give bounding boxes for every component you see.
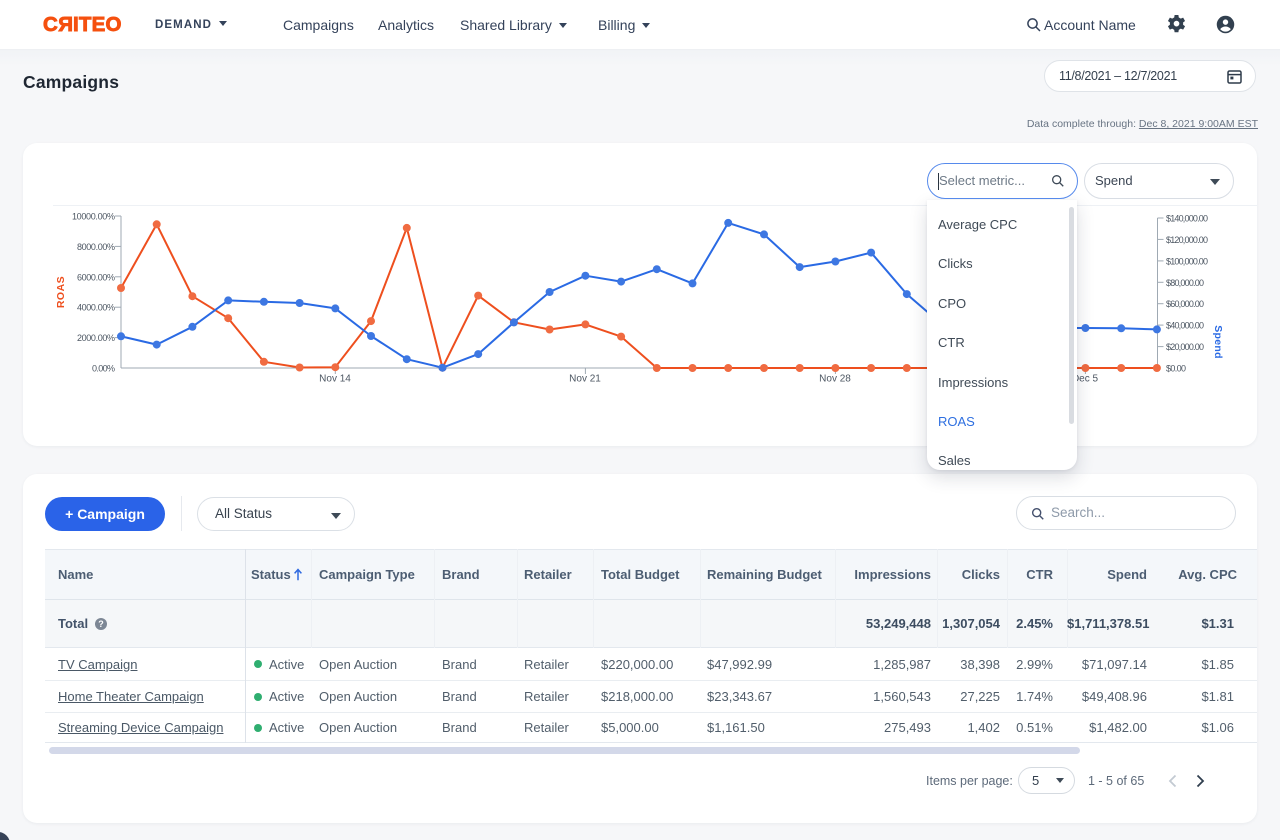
svg-text:0.00%: 0.00% (92, 364, 115, 374)
svg-text:$40,000.00: $40,000.00 (1166, 321, 1204, 331)
svg-text:10000.00%: 10000.00% (72, 212, 115, 222)
svg-text:$60,000.00: $60,000.00 (1166, 299, 1204, 309)
svg-text:Spend: Spend (1212, 325, 1224, 359)
svg-text:$80,000.00: $80,000.00 (1166, 278, 1204, 288)
svg-text:$0.00: $0.00 (1166, 364, 1186, 374)
svg-text:$140,000.00: $140,000.00 (1166, 214, 1208, 224)
svg-text:4000.00%: 4000.00% (77, 303, 115, 313)
svg-text:$20,000.00: $20,000.00 (1166, 342, 1204, 352)
svg-text:ROAS: ROAS (55, 276, 67, 308)
svg-text:Nov 14: Nov 14 (319, 374, 351, 385)
svg-text:2000.00%: 2000.00% (77, 333, 115, 343)
svg-text:Nov 21: Nov 21 (569, 374, 601, 385)
svg-text:6000.00%: 6000.00% (77, 272, 115, 282)
svg-text:8000.00%: 8000.00% (77, 242, 115, 252)
svg-text:$120,000.00: $120,000.00 (1166, 235, 1208, 245)
svg-text:Nov 28: Nov 28 (819, 374, 851, 385)
svg-text:$100,000.00: $100,000.00 (1166, 256, 1208, 266)
